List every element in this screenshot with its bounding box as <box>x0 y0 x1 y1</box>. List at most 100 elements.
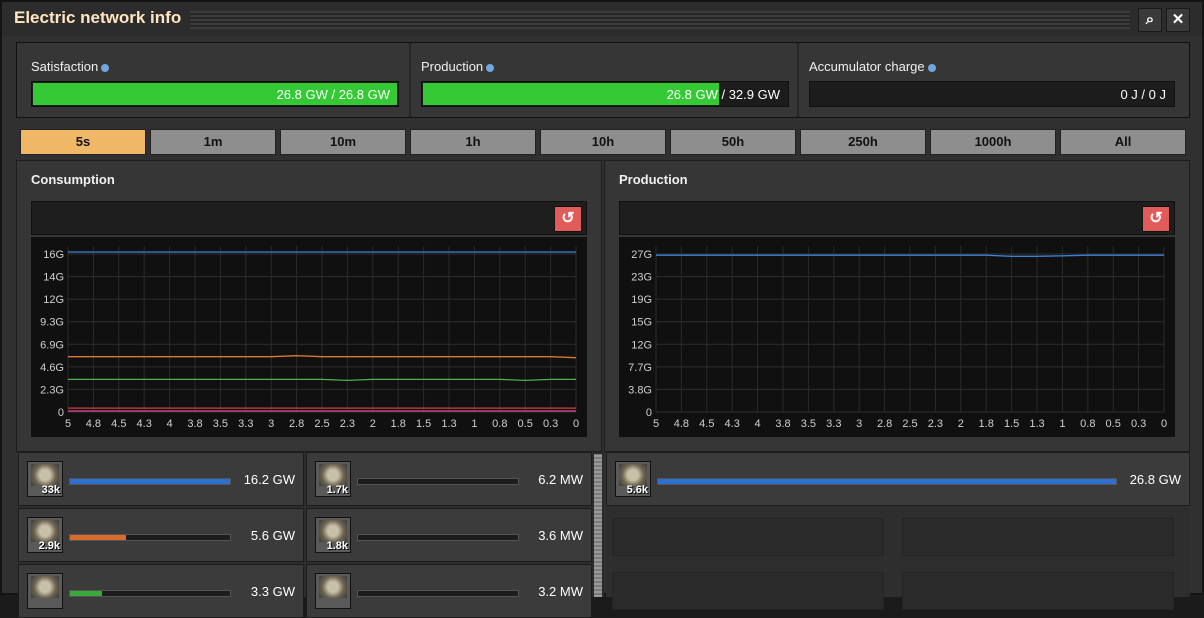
y-tick-label: 12G <box>631 339 652 351</box>
x-tick-label: 4.3 <box>725 418 740 430</box>
entity-count: 1.7k <box>326 484 348 496</box>
entity-icon[interactable]: 2.9k <box>27 517 63 553</box>
consumption-share-bar <box>357 478 519 485</box>
accumulator-value: 0 J / 0 J <box>1120 87 1166 102</box>
satisfaction-stat: Satisfaction 26.8 GW / 26.8 GW <box>17 43 411 117</box>
consumption-chart: 0 2.3G 4.6G 6.9G 9.3G 12G 14G 16G 5 4.8 4.5 4.3 4 3.8… <box>31 237 587 437</box>
tab-10m[interactable]: 10m <box>280 129 406 155</box>
reset-icon: ↺ <box>561 210 575 227</box>
production-chart: 0 3.8G 7.7G 12G 15G 19G 23G 27G 5 4.8 4.5 4.3 4 3.8 3.… <box>619 237 1175 437</box>
tab-5s[interactable]: 5s <box>20 129 146 155</box>
tab-50h[interactable]: 50h <box>670 129 796 155</box>
x-tick-label: 2.5 <box>902 418 917 430</box>
x-tick-label: 4.5 <box>699 418 714 430</box>
machine-icon <box>31 520 59 542</box>
info-icon[interactable] <box>927 63 936 72</box>
x-tick-label: 0.8 <box>1080 418 1095 430</box>
x-tick-label: 3.5 <box>213 418 228 430</box>
x-tick-label: 2.8 <box>289 418 304 430</box>
satisfaction-label: Satisfaction <box>31 59 99 74</box>
consumption-title: Consumption <box>31 172 115 187</box>
consumption-value: 16.2 GW <box>243 472 295 487</box>
x-tick-label: 1.8 <box>979 418 994 430</box>
search-button[interactable]: ⌕ <box>1138 8 1162 32</box>
consumption-share-fill <box>70 591 102 596</box>
x-tick-label: 1.3 <box>1029 418 1044 430</box>
consumption-share-bar <box>69 590 231 597</box>
entity-icon[interactable]: 1.8k <box>315 517 351 553</box>
x-tick-label: 2 <box>958 418 964 430</box>
window-title: Electric network info <box>14 8 182 27</box>
tab-250h[interactable]: 250h <box>800 129 926 155</box>
reset-button[interactable]: ↺ <box>1142 206 1170 232</box>
entity-count: 2.9k <box>38 540 60 552</box>
tab-1m[interactable]: 1m <box>150 129 276 155</box>
consumer-row[interactable]: 33k 16.2 GW <box>18 452 304 506</box>
entity-icon[interactable]: 5.6k <box>615 461 651 497</box>
consumption-share-fill <box>70 479 230 484</box>
x-tick-label: 0 <box>1161 418 1167 430</box>
consumption-panel: Consumption ↺ 0 2.3G 4.6G 6.9G 9.3G 12G 14G 16G… <box>16 160 602 452</box>
drag-handle[interactable] <box>190 11 1130 29</box>
x-tick-label: 3.3 <box>238 418 253 430</box>
consumer-row[interactable]: 2.9k 5.6 GW <box>18 508 304 562</box>
consumption-value: 3.2 MW <box>538 584 583 599</box>
reset-button[interactable]: ↺ <box>554 206 582 232</box>
scrollbar-thumb[interactable] <box>594 454 602 597</box>
consumer-row[interactable]: 1.8k 3.6 MW <box>306 508 592 562</box>
empty-slot <box>902 518 1174 556</box>
y-tick-label: 9.3G <box>40 317 64 329</box>
x-tick-label: 1 <box>1059 418 1065 430</box>
x-tick-label: 0.5 <box>518 418 533 430</box>
accumulator-label: Accumulator charge <box>809 59 925 74</box>
stats-frame: Satisfaction 26.8 GW / 26.8 GW Productio… <box>16 42 1190 118</box>
tab-all[interactable]: All <box>1060 129 1186 155</box>
production-value: 26.8 GW / 32.9 GW <box>666 87 780 102</box>
tab-1000h[interactable]: 1000h <box>930 129 1056 155</box>
consumption-chart-svg: 0 2.3G 4.6G 6.9G 9.3G 12G 14G 16G 5 4.8 4.5 4.3 4 3.8… <box>40 246 579 430</box>
electric-network-window: Electric network info ⌕ ✕ Satisfaction 2… <box>0 0 1204 618</box>
producer-row[interactable]: 5.6k 26.8 GW <box>606 452 1190 506</box>
production-share-fill <box>658 479 1116 484</box>
production-chart-header: ↺ <box>619 201 1175 235</box>
production-stat: Production 26.8 GW / 32.9 GW <box>411 43 799 117</box>
x-tick-label: 0.3 <box>543 418 558 430</box>
production-title: Production <box>619 172 688 187</box>
x-tick-label: 2.5 <box>314 418 329 430</box>
close-button[interactable]: ✕ <box>1166 8 1190 32</box>
x-tick-label: 5 <box>653 418 659 430</box>
production-value: 26.8 GW <box>1129 472 1181 487</box>
consumer-row[interactable]: 3.3 GW <box>18 564 304 618</box>
scrollbar[interactable] <box>592 452 604 597</box>
x-tick-label: 0 <box>573 418 579 430</box>
production-bar: 26.8 GW / 32.9 GW <box>421 81 789 107</box>
entity-icon[interactable] <box>27 573 63 609</box>
x-tick-label: 1.3 <box>441 418 456 430</box>
x-tick-label: 3.5 <box>801 418 816 430</box>
title-bar[interactable]: Electric network info ⌕ ✕ <box>2 2 1202 36</box>
tab-10h[interactable]: 10h <box>540 129 666 155</box>
consumption-value: 3.3 GW <box>250 584 295 599</box>
y-tick-label: 0 <box>58 407 64 419</box>
info-icon[interactable] <box>101 63 110 72</box>
y-tick-label: 16G <box>43 249 64 261</box>
entity-icon[interactable]: 1.7k <box>315 461 351 497</box>
consumer-row[interactable]: 1.7k 6.2 MW <box>306 452 592 506</box>
entity-icon[interactable]: 33k <box>27 461 63 497</box>
info-icon[interactable] <box>486 63 495 72</box>
empty-slot <box>612 518 884 556</box>
search-icon: ⌕ <box>1145 11 1155 28</box>
consumption-share-fill <box>70 535 126 540</box>
production-panel: Production ↺ 0 3.8G 7.7G 12G 15G 19G 23G 27G 5 4.… <box>604 160 1190 452</box>
x-tick-label: 4 <box>755 418 761 430</box>
production-chart-svg: 0 3.8G 7.7G 12G 15G 19G 23G 27G 5 4.8 4.5 4.3 4 3.8 3.… <box>628 246 1167 430</box>
entity-icon[interactable] <box>315 573 351 609</box>
consumption-value: 5.6 GW <box>250 528 295 543</box>
tab-1h[interactable]: 1h <box>410 129 536 155</box>
x-tick-label: 3.8 <box>775 418 790 430</box>
satisfaction-bar: 26.8 GW / 26.8 GW <box>31 81 399 107</box>
consumer-row[interactable]: 3.2 MW <box>306 564 592 618</box>
x-tick-label: 4.5 <box>111 418 126 430</box>
x-tick-label: 3 <box>856 418 862 430</box>
production-label: Production <box>421 59 484 74</box>
